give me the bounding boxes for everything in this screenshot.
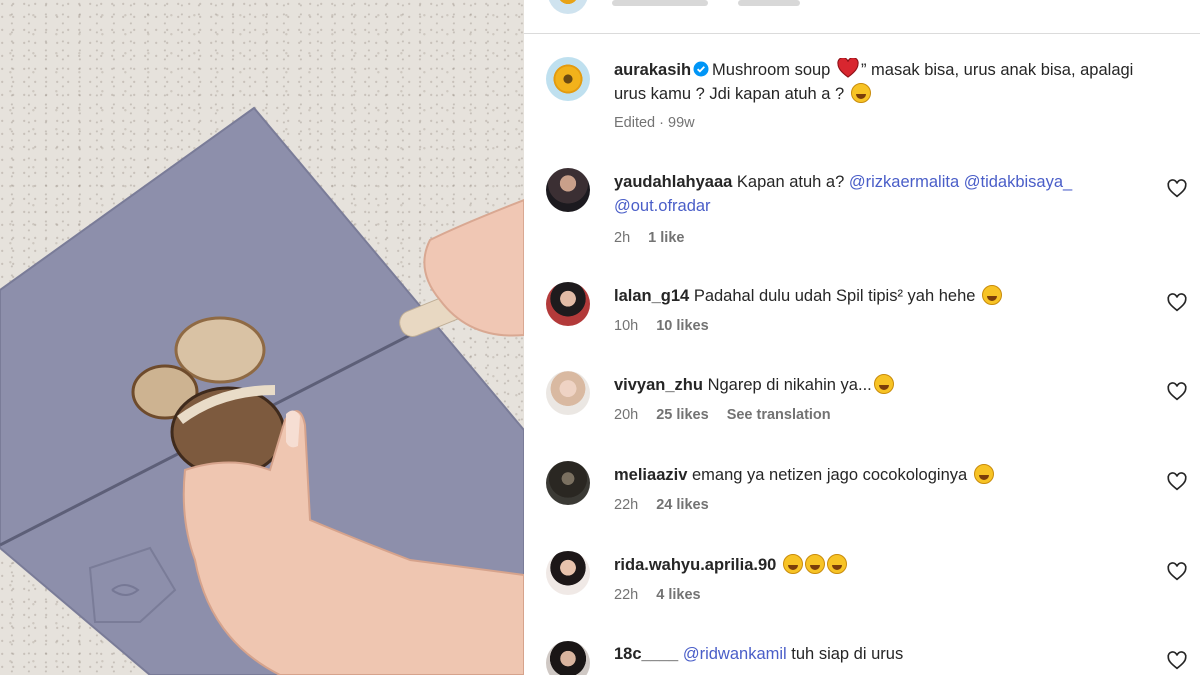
meta-separator: · [659, 115, 664, 131]
red-heart-emoji-icon [837, 58, 859, 78]
comment-text: tuh siap di urus [791, 645, 904, 663]
verified-badge-icon [693, 61, 709, 77]
comment-item: lalan_g14 Padahal dulu udah Spil tipis² … [614, 284, 1154, 334]
caption: aurakasih Mushroom soup ” masak bisa, uru… [614, 58, 1154, 131]
comment-item: yaudahlahyaaa Kapan atuh a? @rizkaermali… [614, 170, 1154, 246]
comment-time[interactable]: 22h [614, 587, 638, 603]
post-media[interactable] [0, 0, 524, 675]
comment-likes[interactable]: 1 like [648, 230, 684, 246]
comment-item: vivyan_zhu Ngarep di nikahin ya... 20h 2… [614, 373, 1154, 423]
comment-text: Padahal dulu udah Spil tipis² yah hehe [693, 287, 976, 305]
comment-likes[interactable]: 10 likes [656, 318, 708, 334]
like-heart-icon[interactable] [1166, 650, 1188, 672]
avatar[interactable] [546, 551, 590, 595]
mushroom-piece [174, 316, 266, 384]
like-heart-icon[interactable] [1166, 471, 1188, 493]
smiling-emoji-icon [973, 464, 994, 484]
caption-text: Mushroom soup [712, 61, 831, 79]
mention-link[interactable]: @ridwankamil [683, 645, 787, 663]
like-heart-icon[interactable] [1166, 561, 1188, 583]
comment-time[interactable]: 2h [614, 230, 630, 246]
avatar[interactable] [548, 0, 588, 14]
like-heart-icon[interactable] [1166, 292, 1188, 314]
comment-time[interactable]: 22h [614, 497, 638, 513]
comment-likes[interactable]: 4 likes [656, 587, 700, 603]
caption-text-continued: ” masak bisa, urus anak bisa, apalagi ur… [614, 61, 1134, 103]
mention-link[interactable]: @out.ofradar [614, 197, 711, 215]
comment-username[interactable]: vivyan_zhu [614, 376, 703, 394]
username-placeholder [612, 0, 708, 6]
comment-username[interactable]: meliaaziv [614, 466, 687, 484]
comments-panel: aurakasih Mushroom soup ” masak bisa, uru… [524, 0, 1200, 675]
cooking-video-frame [0, 106, 524, 675]
post-header-partial [524, 0, 1200, 34]
comment-text: emang ya netizen jago cocokologinya [691, 466, 968, 484]
rolling-laughing-emoji-icon [850, 83, 871, 103]
mention-link[interactable]: @rizkaermalita [849, 173, 959, 191]
grinning-emoji-icon [782, 554, 803, 574]
comment-item: rida.wahyu.aprilia.90 22h 4 likes [614, 553, 1154, 603]
comment-username[interactable]: lalan_g14 [614, 287, 689, 305]
like-heart-icon[interactable] [1166, 381, 1188, 403]
comment-username[interactable]: rida.wahyu.aprilia.90 [614, 556, 776, 574]
comment-time[interactable]: 20h [614, 407, 638, 423]
comment-text: Ngarep di nikahin ya... [707, 376, 872, 394]
comment-item: meliaaziv emang ya netizen jago cocokolo… [614, 463, 1154, 513]
comment-item: 18c____ @ridwankamil tuh siap di urus [614, 642, 1154, 666]
grinning-emoji-icon [804, 554, 825, 574]
comment-likes[interactable]: 25 likes [656, 407, 708, 423]
avatar[interactable] [546, 641, 590, 675]
comment-text: Kapan atuh a? [736, 173, 845, 191]
laughing-emoji-icon [982, 285, 1003, 305]
mention-link[interactable]: @tidakbisaya_ [964, 173, 1072, 191]
avatar[interactable] [546, 371, 590, 415]
comment-likes[interactable]: 24 likes [656, 497, 708, 513]
comment-username[interactable]: yaudahlahyaaa [614, 173, 732, 191]
avatar[interactable] [546, 282, 590, 326]
caption-username[interactable]: aurakasih [614, 61, 691, 79]
comment-time[interactable]: 10h [614, 318, 638, 334]
avatar[interactable] [546, 168, 590, 212]
comment-username[interactable]: 18c____ [614, 645, 678, 663]
follow-placeholder [738, 0, 800, 6]
avatar[interactable] [546, 57, 590, 101]
laughing-emoji-icon [873, 374, 894, 394]
see-translation-button[interactable]: See translation [727, 407, 831, 423]
like-heart-icon[interactable] [1166, 178, 1188, 200]
edited-label: Edited [614, 115, 656, 131]
avatar[interactable] [546, 461, 590, 505]
grinning-emoji-icon [826, 554, 847, 574]
caption-time[interactable]: 99w [668, 115, 695, 131]
